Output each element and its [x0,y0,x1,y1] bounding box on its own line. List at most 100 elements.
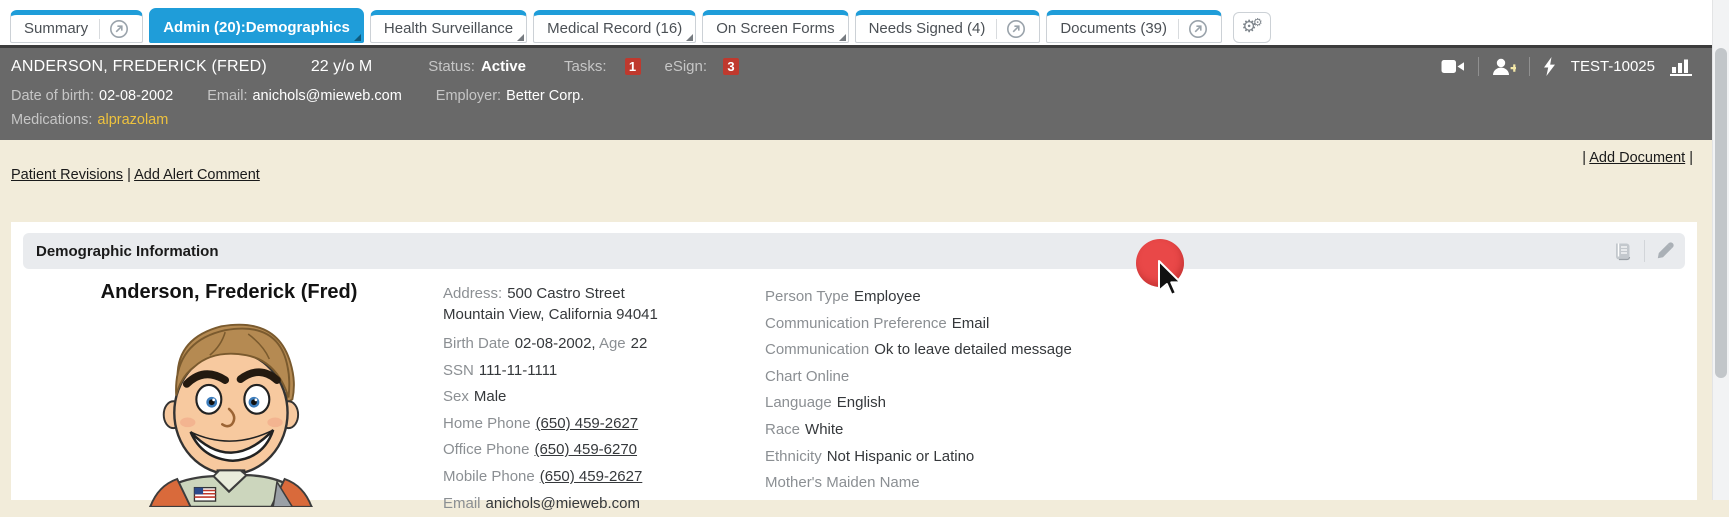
mouse-cursor [1157,259,1183,297]
ethnicity-value: Not Hispanic or Latino [827,448,975,465]
age-label: Age [599,335,626,352]
scrollbar-thumb[interactable] [1715,48,1727,378]
language-row: Language English [765,390,1235,417]
tab-summary[interactable]: Summary [10,10,143,43]
chart-online-row: Chart Online [765,364,1235,391]
patient-links-row: Patient Revisions | Add Alert Comment [11,167,260,183]
divider [1478,57,1479,76]
lightning-bolt-icon[interactable] [1543,57,1556,76]
pencil-icon[interactable] [1655,241,1675,261]
ethnicity-row: Ethnicity Not Hispanic or Latino [765,444,1235,471]
communication-preference-row: Communication Preference Email [765,311,1235,338]
add-document-link[interactable]: Add Document [1589,150,1685,166]
tab-divider [99,19,100,39]
patient-age-sex: 22 y/o M [311,58,372,76]
journal-icon[interactable] [1612,241,1634,262]
mothers-maiden-name-label: Mother's Maiden Name [765,474,920,491]
tab-medical-record[interactable]: Medical Record (16) [533,10,696,43]
vertical-scrollbar[interactable] [1712,0,1729,500]
bar-chart-icon[interactable] [1670,58,1694,76]
email-value: anichols@mieweb.com [252,88,401,104]
office-phone-label: Office Phone [443,441,529,458]
tab-label: Admin (20):Demographics [163,19,350,36]
sex-row: SexMale [443,384,753,411]
mobile-phone-link[interactable]: (650) 459-2627 [540,468,643,485]
status-label: Status: [428,58,475,75]
race-label: Race [765,421,800,438]
communication-preference-label: Communication Preference [765,315,947,332]
employer-group: Employer: Better Corp. [436,88,584,104]
tab-label: On Screen Forms [716,20,834,37]
address-line1: 500 Castro Street [507,285,625,302]
ssn-label: SSN [443,362,474,379]
demographics-panel: Demographic Information Anderson, Freder… [11,222,1697,500]
home-phone-link[interactable]: (650) 459-2627 [536,415,639,432]
tab-health-surveillance[interactable]: Health Surveillance [370,10,527,43]
mobile-phone-label: Mobile Phone [443,468,535,485]
add-person-icon[interactable] [1492,58,1516,76]
age-value: 22 [631,335,648,352]
external-link-icon[interactable] [1006,19,1026,39]
tab-admin-demographics[interactable]: Admin (20):Demographics [149,8,364,43]
tab-bar: Summary Admin (20):Demographics Health S… [0,0,1712,45]
ssn-value: 111-11-1111 [479,362,557,379]
medications-label: Medications: [11,112,92,128]
ssn-row: SSN 111-11-1111 [443,358,753,385]
language-label: Language [765,394,832,411]
tab-label: Summary [24,20,88,37]
external-link-icon[interactable] [109,19,129,39]
chart-online-label: Chart Online [765,368,849,385]
email-group: Email: anichols@mieweb.com [207,88,402,104]
communication-preference-value: Email [952,315,990,332]
status-value: Active [481,58,526,75]
panel-body: Anderson, Frederick (Fred) [11,269,1697,500]
medication-link[interactable]: alprazolam [97,112,168,128]
dob-group: Date of birth: 02-08-2002 [11,88,173,104]
medications-group: Medications: alprazolam [11,112,168,128]
office-phone-row: Office Phone (650) 459-6270 [443,437,753,464]
sex-value: Male [474,388,507,405]
tab-on-screen-forms[interactable]: On Screen Forms [702,10,848,43]
birth-date-value: 02-08-2002, [515,335,596,352]
office-phone-link[interactable]: (650) 459-6270 [534,441,637,458]
home-phone-label: Home Phone [443,415,531,432]
add-alert-comment-link[interactable]: Add Alert Comment [134,167,260,183]
email-row: Emailanichols@mieweb.com [443,491,753,517]
employer-value: Better Corp. [506,88,584,104]
gear-icon: ⚙ [1253,17,1263,28]
contact-details-column: Address:500 Castro Street Mountain View,… [443,283,753,517]
race-row: Race White [765,417,1235,444]
communication-value: Ok to leave detailed message [874,341,1072,358]
tasks-count-badge[interactable]: 1 [625,58,641,75]
esign-count-badge[interactable]: 3 [723,58,739,75]
divider [1529,57,1530,76]
panel-title: Demographic Information [36,243,219,260]
language-value: English [837,394,886,411]
race-value: White [805,421,843,438]
external-link-icon[interactable] [1188,19,1208,39]
dob-label: Date of birth: [11,88,94,104]
tab-divider [996,19,997,39]
dob-value: 02-08-2002 [99,88,173,104]
address-label: Address: [443,285,502,302]
patient-avatar [133,307,325,507]
tab-documents[interactable]: Documents (39) [1046,10,1222,43]
person-type-value: Employee [854,288,921,305]
employer-label: Employer: [436,88,501,104]
esign-label: eSign: [665,58,708,75]
tab-label: Needs Signed (4) [869,20,986,37]
home-phone-row: Home Phone (650) 459-2627 [443,411,753,438]
panel-header: Demographic Information [23,233,1685,269]
demographic-details-column: Person TypeEmployee Communication Prefer… [765,284,1235,497]
patient-revisions-link[interactable]: Patient Revisions [11,167,123,183]
settings-button[interactable]: ⚙⚙ [1233,12,1271,43]
patient-display-name: Anderson, Frederick (Fred) [39,281,419,304]
tab-label: Documents (39) [1060,20,1167,37]
separator: | [127,167,131,183]
tab-needs-signed[interactable]: Needs Signed (4) [855,10,1041,43]
ethnicity-label: Ethnicity [765,448,822,465]
email-label: Email: [207,88,247,104]
video-camera-icon[interactable] [1441,58,1465,75]
pipe: | [1582,150,1586,166]
patient-name: ANDERSON, FREDERICK (FRED) [11,58,267,76]
